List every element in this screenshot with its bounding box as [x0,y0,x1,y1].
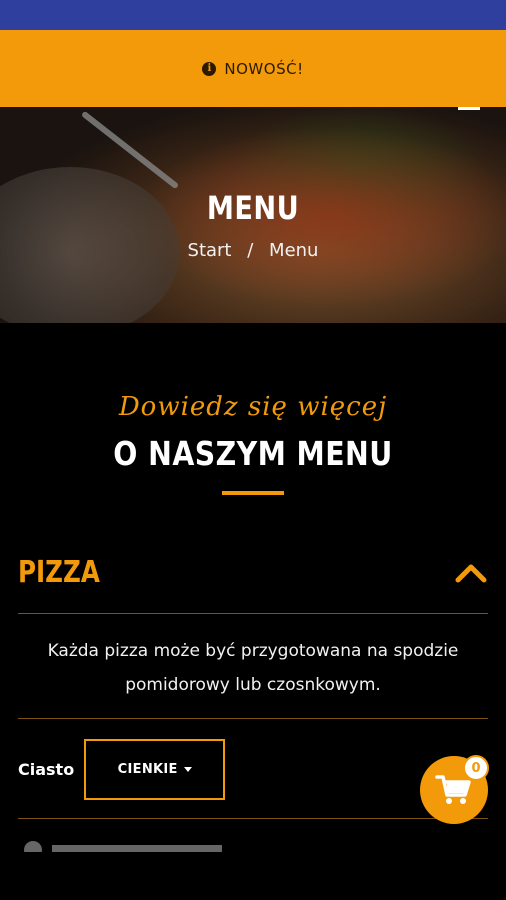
section-description: Każda pizza może być przygotowana na spo… [47,641,459,695]
dough-select[interactable]: CIENKIE [84,739,226,800]
item-title-partial [52,845,222,852]
info-icon: i [202,61,217,76]
breadcrumb-current: Menu [269,240,319,261]
caret-down-icon [183,767,192,772]
title-underline [222,491,284,495]
dough-label: Ciasto [18,760,75,779]
cart-count-badge: 0 [463,755,489,781]
divider [18,818,488,819]
item-icon [24,841,42,852]
breadcrumb-separator: / [247,240,254,261]
hero-banner: MENU Start / Menu [0,107,506,323]
page-title: MENU [206,189,300,227]
breadcrumb: Start / Menu [0,240,506,261]
chevron-up-icon[interactable] [454,560,488,584]
divider [18,718,488,719]
fork-graphic [80,110,180,190]
divider [18,613,488,614]
breadcrumb-home[interactable]: Start [188,240,232,261]
intro-title: O NASZYM MENU [113,434,393,473]
promo-text: NOWOŚĆ! [224,59,304,78]
section-title: PIZZA [18,554,100,590]
status-bar [0,0,506,30]
menu-toggle-icon[interactable] [458,107,480,110]
dough-option-row: Ciasto CIENKIE [18,739,226,800]
menu-item-partial [24,838,222,852]
intro-subtitle: Dowiedz się więcej [118,392,388,422]
dough-select-value: CIENKIE [117,762,178,777]
promo-bar[interactable]: i NOWOŚĆ! [0,30,506,107]
pizza-section-header[interactable]: PIZZA [18,551,488,593]
